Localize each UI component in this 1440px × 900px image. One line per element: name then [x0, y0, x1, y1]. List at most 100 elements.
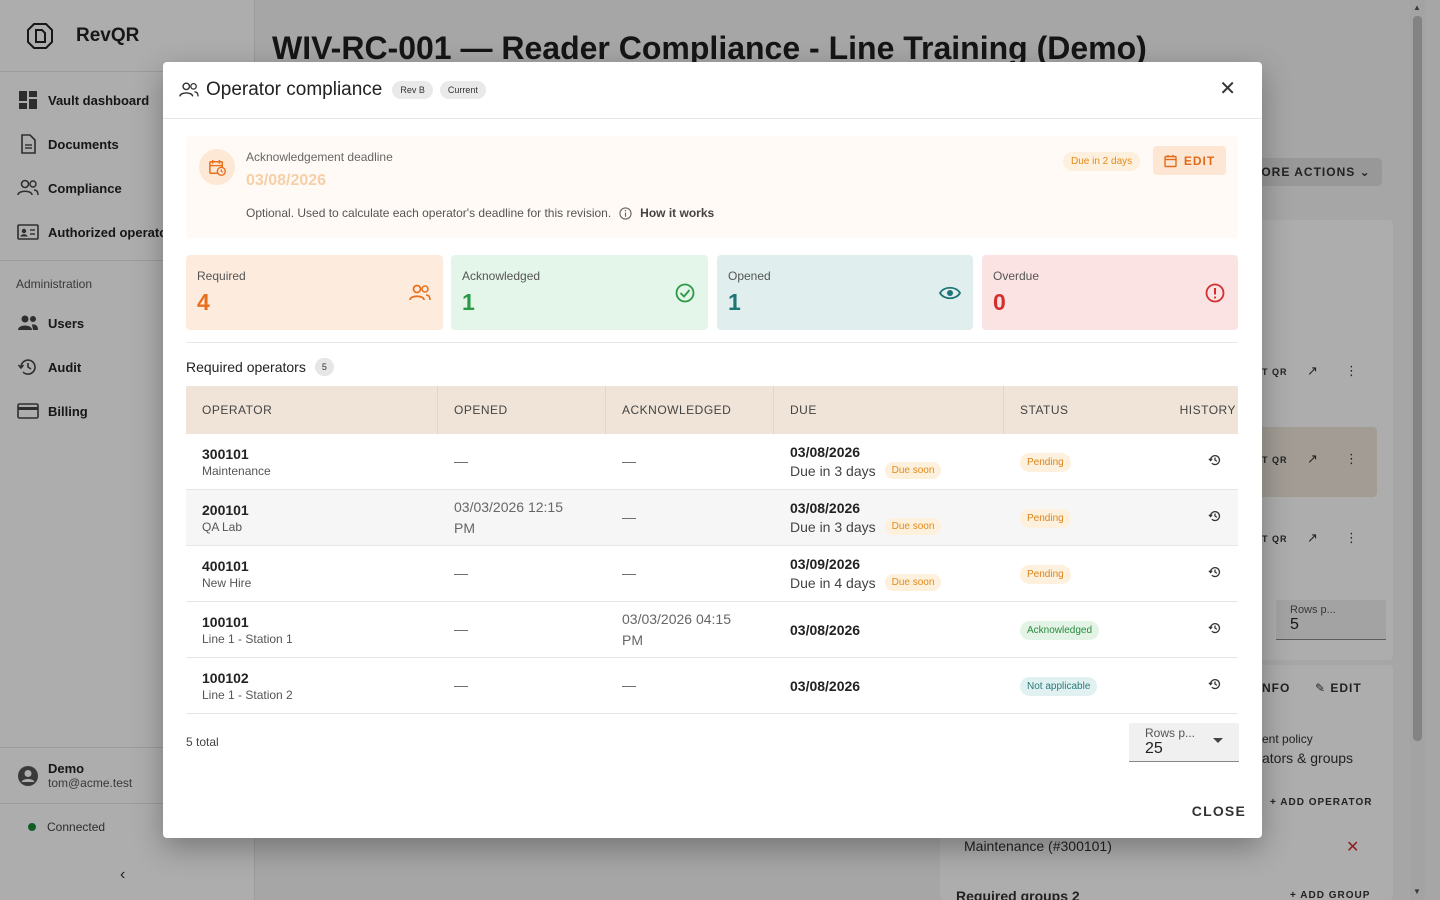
column-header-history: HISTORY [1179, 403, 1236, 417]
table-row[interactable]: 300101 Maintenance — — 03/08/2026 Due in… [186, 434, 1238, 490]
column-header-due[interactable]: DUE [774, 386, 1004, 434]
operator-id: 200101 [202, 501, 249, 518]
calendar-clock-icon [208, 159, 226, 176]
opened-cell: — [454, 677, 468, 693]
due-relative-text: Due in 3 days [790, 462, 876, 479]
check-circle-icon [675, 283, 695, 303]
dialog-title: Operator compliance [206, 79, 383, 100]
due-date: 03/08/2026 [790, 677, 861, 694]
status-cell: Acknowledged [1004, 620, 1140, 640]
due-date: 03/08/2026 [790, 444, 861, 460]
revision-chip: Rev B [392, 81, 433, 99]
dialog-header: Operator compliance Rev B Current ✕ [163, 62, 1262, 119]
rows-per-page-select[interactable]: Rows p... 25 [1129, 723, 1239, 762]
status-cell: Pending [1004, 452, 1140, 472]
status-badge: Pending [1020, 452, 1071, 472]
due-soon-chip: Due soon [884, 574, 942, 591]
dropdown-arrow-icon [1213, 738, 1223, 743]
table-header: OPERATOR OPENED ACKNOWLEDGED DUE STATUS … [186, 386, 1238, 434]
status-badge: Pending [1020, 508, 1071, 528]
group-icon [409, 284, 431, 301]
acknowledgement-deadline-card: Acknowledgement deadline 03/08/2026 Opti… [186, 136, 1238, 238]
deadline-help-text: Optional. Used to calculate each operato… [246, 206, 612, 220]
due-cell: 03/08/2026 Due in 3 days Due soon [774, 500, 1004, 535]
column-header-operator[interactable]: OPERATOR [186, 386, 438, 434]
edit-deadline-button[interactable]: EDIT [1153, 146, 1226, 175]
history-cell [1140, 621, 1238, 638]
section-divider [186, 342, 1238, 343]
status-cell: Pending [1004, 564, 1140, 584]
due-relative-text: Due in 3 days [790, 518, 876, 535]
history-cell [1140, 509, 1238, 526]
opened-cell: — [454, 565, 468, 581]
history-icon[interactable] [1208, 453, 1222, 467]
due-cell: 03/08/2026 [774, 678, 1004, 694]
total-count: 5 total [186, 735, 219, 749]
table-row[interactable]: 100101 Line 1 - Station 1 — 03/03/2026 0… [186, 602, 1238, 658]
due-relative: Due in 4 days Due soon [790, 574, 1004, 591]
history-icon[interactable] [1208, 677, 1222, 691]
due-relative: Due in 3 days Due soon [790, 462, 1004, 479]
stat-value: 0 [993, 289, 1006, 315]
stat-overdue: Overdue 0 [982, 255, 1238, 330]
deadline-help: Optional. Used to calculate each operato… [246, 206, 714, 220]
eye-icon [939, 286, 961, 300]
calendar-edit-icon [1164, 154, 1177, 167]
operator-id: 100102 [202, 669, 249, 686]
close-button[interactable]: CLOSE [1192, 803, 1246, 819]
operator-id: 100101 [202, 613, 249, 630]
opened-cell: — [454, 621, 468, 637]
column-header-acknowledged[interactable]: ACKNOWLEDGED [606, 386, 774, 434]
acknowledged-cell: — [622, 453, 636, 469]
history-icon[interactable] [1208, 621, 1222, 635]
stat-opened: Opened 1 [717, 255, 973, 330]
history-cell [1140, 565, 1238, 582]
table-row[interactable]: 100102 Line 1 - Station 2 — — 03/08/2026… [186, 658, 1238, 714]
operator-cell: 100101 Line 1 - Station 1 [186, 614, 438, 646]
alert-circle-icon [1205, 283, 1225, 303]
history-icon[interactable] [1208, 565, 1222, 579]
close-icon[interactable]: ✕ [1219, 79, 1236, 99]
due-soon-chip: Due soon [884, 462, 942, 479]
edit-label: EDIT [1183, 153, 1216, 168]
current-chip: Current [439, 81, 486, 99]
operator-station: QA Lab [202, 519, 243, 534]
history-icon[interactable] [1208, 509, 1222, 523]
stat-required: Required 4 [186, 255, 443, 330]
due-cell: 03/08/2026 Due in 3 days Due soon [774, 444, 1004, 479]
compliance-icon [179, 82, 199, 97]
opened-cell: 03/03/2026 12:15 PM [454, 498, 563, 536]
stat-label: Overdue [993, 269, 1040, 283]
operator-station: Line 1 - Station 2 [202, 687, 293, 702]
due-date: 03/08/2026 [790, 500, 861, 516]
due-in-chip: Due in 2 days [1063, 152, 1141, 171]
due-relative: Due in 3 days Due soon [790, 518, 1004, 535]
operators-table: OPERATOR OPENED ACKNOWLEDGED DUE STATUS … [186, 386, 1238, 714]
stat-value: 4 [197, 289, 210, 315]
status-badge: Not applicable [1020, 676, 1098, 696]
due-date: 03/08/2026 [790, 621, 861, 638]
deadline-label: Acknowledgement deadline [246, 150, 393, 164]
operator-compliance-dialog: Operator compliance Rev B Current ✕ Ackn… [163, 62, 1262, 838]
operator-station: Maintenance [202, 463, 271, 478]
how-it-works-link[interactable]: How it works [640, 206, 714, 220]
stat-label: Required [197, 269, 246, 283]
operator-cell: 200101 QA Lab [186, 502, 438, 534]
stat-value: 1 [728, 289, 741, 315]
column-header-opened[interactable]: OPENED [438, 386, 606, 434]
operator-id: 400101 [202, 557, 249, 574]
deadline-value: 03/08/2026 [246, 172, 327, 189]
deadline-icon-wrap [199, 149, 235, 185]
table-row[interactable]: 200101 QA Lab 03/03/2026 12:15 PM — 03/0… [186, 490, 1238, 546]
status-badge: Acknowledged [1020, 620, 1100, 640]
history-cell [1140, 677, 1238, 694]
acknowledged-cell: — [622, 509, 636, 525]
operator-station: New Hire [202, 575, 252, 590]
operator-cell: 400101 New Hire [186, 558, 438, 590]
acknowledged-cell: 03/03/2026 04:15 PM [622, 610, 731, 648]
table-row[interactable]: 400101 New Hire — — 03/09/2026 Due in 4 … [186, 546, 1238, 602]
column-header-status[interactable]: STATUS [1004, 386, 1140, 434]
section-title-label: Required operators [186, 359, 306, 375]
history-cell [1140, 453, 1238, 470]
acknowledged-cell: — [622, 565, 636, 581]
